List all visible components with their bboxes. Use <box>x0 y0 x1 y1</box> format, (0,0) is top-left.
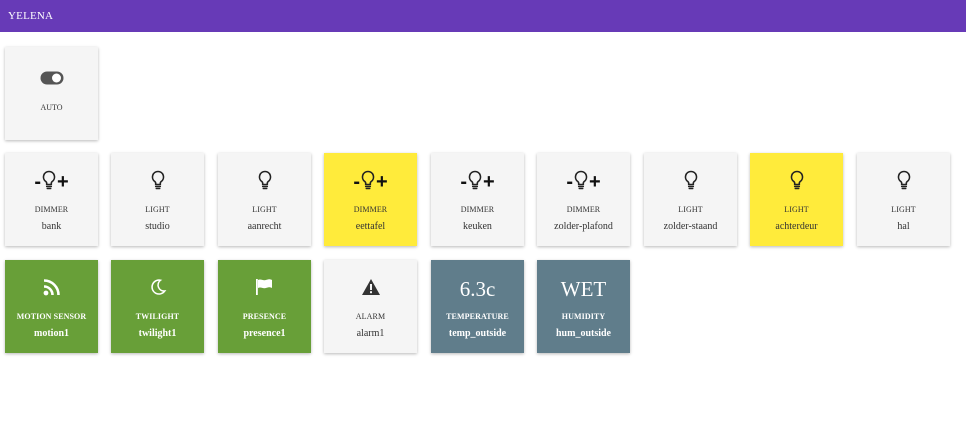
auto-label: AUTO <box>40 103 63 112</box>
app-title: YELENA <box>8 10 54 22</box>
sensor-tile-twilight1[interactable]: TWILIGHT twilight1 <box>111 260 204 353</box>
bulb-icon <box>574 170 588 194</box>
tile-device-name: eettafel <box>355 221 386 232</box>
app-header: YELENA <box>0 0 966 32</box>
bulb-icon <box>258 170 272 195</box>
bulb-icon <box>151 170 165 195</box>
sensor-tile-motion1[interactable]: MOTION SENSOR motion1 <box>5 260 98 353</box>
dimmer-minus-button[interactable]: - <box>566 172 573 192</box>
tile-device-name: zolder-staand <box>663 221 718 232</box>
temperature-value: 6.3c <box>459 276 496 301</box>
dimmer-plus-button[interactable]: + <box>483 172 495 192</box>
light-tile-achterdeur[interactable]: LIGHT achterdeur <box>750 153 843 246</box>
dimmer-plus-button[interactable]: + <box>589 172 601 192</box>
tile-device-name: temp_outside <box>448 328 507 339</box>
rss-icon <box>43 278 61 301</box>
tile-device-name: keuken <box>463 221 492 232</box>
light-tile-zolder-staand[interactable]: LIGHT zolder-staand <box>644 153 737 246</box>
reading-tile-temp-outside[interactable]: 6.3c TEMPERATURE temp_outside <box>431 260 524 353</box>
tile-device-name: bank <box>41 221 62 232</box>
tile-type-label: DIMMER <box>353 205 388 214</box>
tile-device-name: zolder-plafond <box>554 221 613 232</box>
bulb-icon <box>361 170 375 194</box>
flag-icon <box>255 278 275 301</box>
tile-type-label: TWILIGHT <box>135 312 180 321</box>
dimmer-minus-button[interactable]: - <box>34 172 41 192</box>
tile-device-name: hum_outside <box>555 328 611 339</box>
tile-type-label: HUMIDITY <box>561 312 606 321</box>
dimmer-tile-zolder-plafond[interactable]: - + DIMMER zolder-plafond <box>537 153 630 246</box>
tile-type-label: LIGHT <box>784 205 809 214</box>
tile-device-name: studio <box>145 221 170 232</box>
bulb-icon <box>790 170 804 195</box>
tile-type-label: LIGHT <box>678 205 703 214</box>
tile-type-label: ALARM <box>355 312 386 321</box>
bulb-icon <box>684 170 698 195</box>
tile-device-name: presence1 <box>243 328 286 339</box>
bulb-icon <box>468 170 482 194</box>
toggle-icon[interactable] <box>40 63 64 93</box>
tile-device-name: motion1 <box>34 328 69 339</box>
tile-device-name: twilight1 <box>138 328 177 339</box>
dimmer-plus-button[interactable]: + <box>376 172 388 192</box>
dimmer-plus-button[interactable]: + <box>57 172 69 192</box>
tile-device-name: achterdeur <box>775 221 818 232</box>
tile-type-label: LIGHT <box>145 205 170 214</box>
tile-device-name: aanrecht <box>247 221 282 232</box>
dimmer-tile-keuken[interactable]: - + DIMMER keuken <box>431 153 524 246</box>
dimmer-tile-eettafel[interactable]: - + DIMMER eettafel <box>324 153 417 246</box>
bulb-icon <box>897 170 911 195</box>
tile-device-name: hal <box>897 221 910 232</box>
light-tile-hal[interactable]: LIGHT hal <box>857 153 950 246</box>
humidity-value: WET <box>560 276 607 301</box>
tile-type-label: DIMMER <box>460 205 495 214</box>
light-tile-studio[interactable]: LIGHT studio <box>111 153 204 246</box>
alarm-tile-alarm1[interactable]: ALARM alarm1 <box>324 260 417 353</box>
tile-type-label: DIMMER <box>34 205 69 214</box>
sensor-tile-presence1[interactable]: PRESENCE presence1 <box>218 260 311 353</box>
warning-icon <box>361 278 381 301</box>
reading-tile-hum-outside[interactable]: WET HUMIDITY hum_outside <box>537 260 630 353</box>
tile-type-label: TEMPERATURE <box>446 312 509 321</box>
moon-icon <box>149 278 167 301</box>
dimmer-tile-bank[interactable]: - + DIMMER bank <box>5 153 98 246</box>
tile-device-name: alarm1 <box>356 328 385 339</box>
light-tile-aanrecht[interactable]: LIGHT aanrecht <box>218 153 311 246</box>
tile-type-label: LIGHT <box>252 205 277 214</box>
auto-toggle-tile[interactable]: AUTO <box>5 47 98 140</box>
tile-type-label: PRESENCE <box>242 312 287 321</box>
tile-type-label: MOTION SENSOR <box>16 312 87 321</box>
dimmer-minus-button[interactable]: - <box>353 172 360 192</box>
tile-type-label: DIMMER <box>566 205 601 214</box>
tile-type-label: LIGHT <box>891 205 916 214</box>
bulb-icon <box>42 170 56 194</box>
dimmer-minus-button[interactable]: - <box>460 172 467 192</box>
